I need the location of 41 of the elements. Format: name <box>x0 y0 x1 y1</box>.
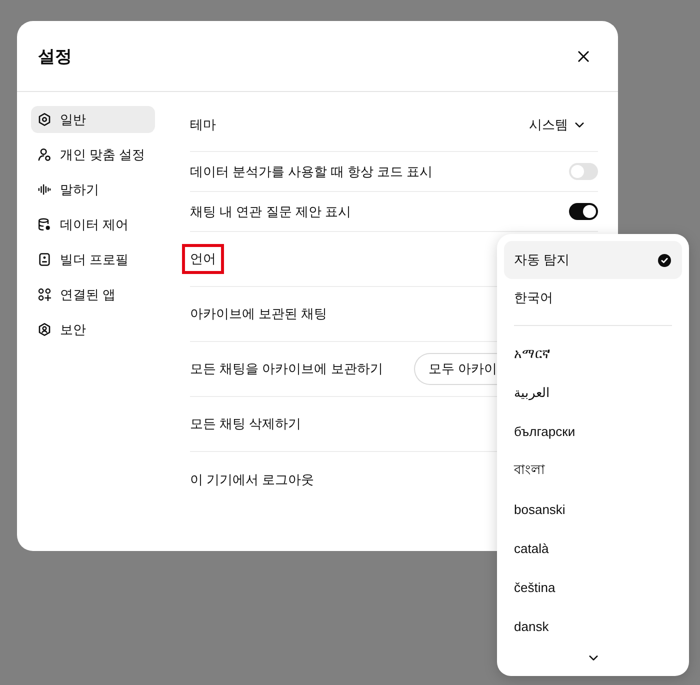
person-icon <box>38 148 51 161</box>
shield-icon <box>38 323 51 336</box>
language-option[interactable]: čeština <box>504 568 682 607</box>
toggle-switch[interactable] <box>569 163 598 180</box>
chevron-down-icon <box>575 122 584 128</box>
gear-icon <box>38 113 51 126</box>
theme-select[interactable]: 시스템 <box>529 114 584 136</box>
chevron-down-icon[interactable] <box>588 654 598 660</box>
waveform-icon <box>38 183 51 196</box>
setting-label: 이 기기에서 로그아웃 <box>189 470 316 488</box>
setting-label: 모든 채팅 삭제하기 <box>189 415 302 433</box>
sidebar-item[interactable]: 개인 맞춤 설정 <box>31 141 155 168</box>
database-icon <box>38 218 51 231</box>
sidebar-item[interactable]: 연결된 앱 <box>31 281 155 308</box>
apps-grid-icon <box>38 288 51 301</box>
setting-label: 아카이브에 보관된 채팅 <box>189 305 328 323</box>
sidebar-item[interactable]: 데이터 제어 <box>31 211 155 238</box>
archive-all-button[interactable]: 모두 아카이 <box>414 353 497 385</box>
setting-label: 테마 <box>189 116 217 134</box>
sidebar-item[interactable]: 빌더 프로필 <box>31 246 155 273</box>
dialog-title: 설정 <box>38 46 72 68</box>
toggle-switch[interactable] <box>569 203 598 220</box>
close-icon <box>578 50 588 62</box>
language-option[interactable]: العربية <box>504 373 682 412</box>
setting-label: 언어 <box>182 244 224 274</box>
setting-label: 데이터 분석가를 사용할 때 항상 코드 표시 <box>189 162 434 180</box>
id-badge-icon <box>38 253 51 266</box>
language-option[interactable]: català <box>504 529 682 568</box>
language-option[interactable]: አማርኛ <box>504 334 682 373</box>
setting-label: 모든 채팅을 아카이브에 보관하기 <box>189 360 384 378</box>
check-icon <box>658 254 671 266</box>
language-option[interactable]: 한국어 <box>504 279 682 317</box>
setting-label: 채팅 내 연관 질문 제안 표시 <box>189 202 352 220</box>
language-option[interactable]: 자동 탐지 <box>504 241 682 279</box>
language-option[interactable]: български <box>504 412 682 451</box>
language-option[interactable]: bosanski <box>504 490 682 529</box>
sidebar-item[interactable]: 보안 <box>31 316 155 343</box>
sidebar-item[interactable]: 일반 <box>31 106 155 133</box>
sidebar-item[interactable]: 말하기 <box>31 176 155 203</box>
language-option[interactable]: বাংলা <box>504 451 682 490</box>
language-option[interactable]: dansk <box>504 607 682 646</box>
